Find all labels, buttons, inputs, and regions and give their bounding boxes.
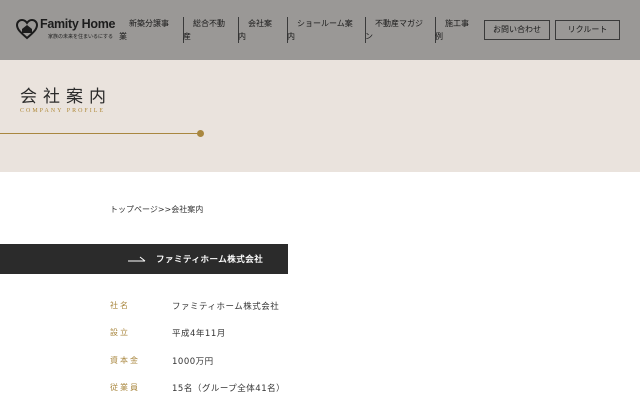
page-subtitle: COMPANY PROFILE bbox=[20, 108, 106, 114]
nav-works[interactable]: 施工事 例 bbox=[435, 17, 469, 43]
site-logo[interactable]: Famity Home 家族の未来を住まいるにする bbox=[16, 17, 124, 43]
nav-label-line1: ショールーム案 bbox=[297, 19, 353, 28]
nav-label-line2: 内 bbox=[238, 32, 246, 41]
profile-value: 15名（グループ全体41名） bbox=[172, 384, 286, 394]
profile-value: ファミティホーム株式会社 bbox=[172, 302, 280, 312]
profile-label: 資本金 bbox=[110, 356, 140, 365]
profile-label: 社名 bbox=[110, 301, 130, 310]
logo-tagline: 家族の未来を住まいるにする bbox=[48, 34, 114, 40]
contact-button[interactable]: お問い合わせ bbox=[484, 20, 550, 40]
site-header: Famity Home 家族の未来を住まいるにする 新築分譲事 業 総合不動 産… bbox=[0, 0, 640, 60]
nav-label-line2: 業 bbox=[119, 32, 127, 41]
nav-real-estate[interactable]: 総合不動 産 bbox=[183, 17, 225, 43]
recruit-button[interactable]: リクルート bbox=[555, 20, 620, 40]
profile-row: 設立 平成4年11月 bbox=[110, 327, 530, 341]
arrow-right-icon bbox=[128, 256, 146, 262]
logo-text: Famity Home bbox=[40, 17, 116, 31]
nav-label-line1: 総合不動 bbox=[193, 19, 225, 28]
nav-label-line1: 会社案 bbox=[248, 19, 272, 28]
nav-label-line1: 施工事 bbox=[445, 19, 469, 28]
profile-row: 従業員 15名（グループ全体41名） bbox=[110, 382, 530, 396]
section-title: ファミティホーム株式会社 bbox=[156, 255, 264, 265]
nav-showroom[interactable]: ショールーム案 内 bbox=[287, 17, 353, 43]
profile-value: 1000万円 bbox=[172, 357, 214, 367]
nav-company[interactable]: 会社案 内 bbox=[238, 17, 272, 43]
profile-label: 従業員 bbox=[110, 383, 140, 392]
page-hero: 会社案内 COMPANY PROFILE bbox=[0, 60, 640, 172]
nav-label-line2: 産 bbox=[183, 32, 191, 41]
profile-row: 資本金 1000万円 bbox=[110, 355, 530, 369]
nav-magazine[interactable]: 不動産マガジ ン bbox=[365, 17, 423, 43]
nav-label-line2: ン bbox=[365, 32, 373, 41]
nav-label-line2: 例 bbox=[435, 32, 443, 41]
page-title: 会社案内 bbox=[20, 87, 112, 107]
section-heading-band: ファミティホーム株式会社 bbox=[0, 244, 288, 274]
nav-new-construction[interactable]: 新築分譲事 業 bbox=[119, 17, 169, 43]
nav-label-line2: 内 bbox=[287, 32, 295, 41]
nav-label-line1: 新築分譲事 bbox=[129, 19, 169, 28]
profile-row: 社名 ファミティホーム株式会社 bbox=[110, 300, 530, 314]
profile-value: 平成4年11月 bbox=[172, 329, 226, 339]
hero-divider-dot bbox=[197, 130, 204, 137]
nav-label-line1: 不動産マガジ bbox=[375, 19, 423, 28]
heart-house-icon bbox=[16, 18, 38, 40]
breadcrumb[interactable]: トップページ>>会社案内 bbox=[110, 204, 203, 215]
hero-divider-line bbox=[0, 133, 200, 134]
profile-label: 設立 bbox=[110, 328, 130, 337]
